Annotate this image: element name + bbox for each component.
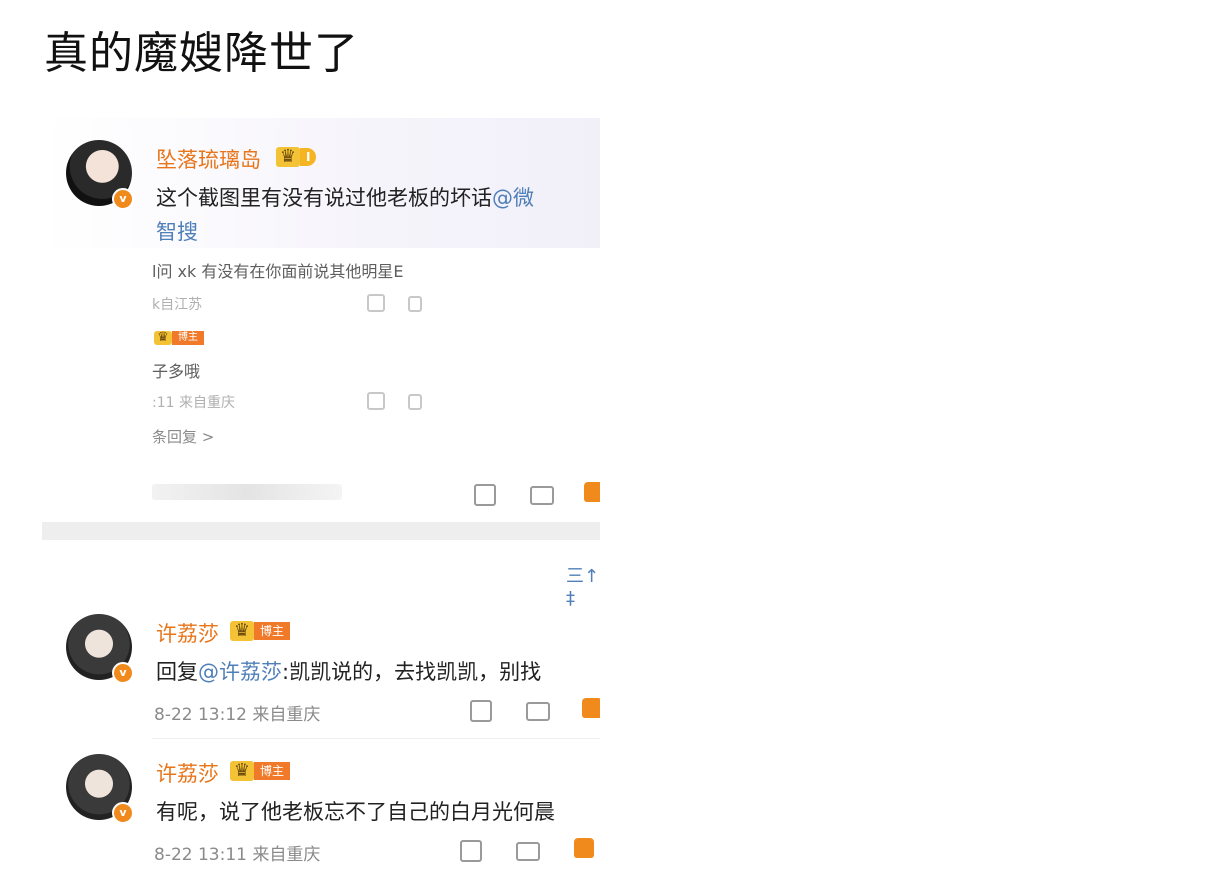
reply-meta: 8-22 13:11 来自重庆 bbox=[154, 845, 321, 865]
reply-prefix: 回复 bbox=[156, 660, 198, 684]
like-icon[interactable] bbox=[574, 838, 594, 858]
crown-icon: ♛ 博主 bbox=[154, 330, 204, 346]
share-icon[interactable] bbox=[460, 840, 482, 862]
reply-text: 有呢，说了他老板忘不了自己的白月光何晨 bbox=[156, 800, 555, 824]
screenshot-card: v 坠落琉璃岛 ♛ I 这个截图里有没有说过他老板的坏话@微 智搜 l问 xk 有… bbox=[42, 118, 600, 888]
quoted-line: 子多哦 bbox=[152, 362, 201, 381]
verified-badge-icon: v bbox=[112, 802, 134, 824]
blogger-badge: 博主 bbox=[254, 622, 291, 640]
share-icon[interactable] bbox=[470, 700, 492, 722]
comment-icon[interactable] bbox=[530, 486, 554, 505]
comment-icon[interactable] bbox=[408, 296, 422, 312]
reply-meta: 8-22 13:12 来自重庆 bbox=[154, 705, 321, 725]
crown-icon: ♛ 博主 bbox=[230, 620, 291, 642]
post-title: 真的魔嫂降世了 bbox=[44, 28, 359, 79]
member-level-badge: I bbox=[300, 148, 317, 166]
blogger-badge: 博主 bbox=[172, 331, 204, 345]
comment-icon[interactable] bbox=[516, 842, 540, 861]
share-icon[interactable] bbox=[367, 392, 385, 410]
verified-badge-icon: v bbox=[112, 188, 134, 210]
quoted-meta: k自江苏 bbox=[152, 297, 203, 313]
blogger-badge: 博主 bbox=[254, 762, 291, 780]
quoted-meta: :11 来自重庆 bbox=[152, 395, 235, 411]
share-icon[interactable] bbox=[474, 484, 496, 506]
mention-link[interactable]: @微 bbox=[492, 186, 534, 210]
section-divider bbox=[42, 522, 600, 540]
blurred-meta bbox=[152, 484, 342, 500]
verified-badge-icon: v bbox=[112, 662, 134, 684]
comment-username[interactable]: 坠落琉璃岛 bbox=[156, 144, 261, 174]
sort-button[interactable]: 三↑ ‡ bbox=[566, 562, 600, 609]
comment-icon[interactable] bbox=[408, 394, 422, 410]
comment-text-main: 这个截图里有没有说过他老板的坏话 bbox=[156, 186, 492, 210]
reply-username[interactable]: 许荔莎 bbox=[156, 618, 219, 648]
row-divider bbox=[152, 738, 600, 739]
reply-text: 回复@许荔莎:凯凯说的，去找凯凯，别找 bbox=[156, 656, 541, 686]
comment-text: 这个截图里有没有说过他老板的坏话@微 bbox=[156, 182, 534, 212]
mention-link-cont[interactable]: 智搜 bbox=[156, 216, 198, 246]
crown-icon: ♛ I bbox=[276, 146, 317, 168]
like-icon[interactable] bbox=[582, 698, 600, 718]
comment-icon[interactable] bbox=[526, 702, 550, 721]
share-icon[interactable] bbox=[367, 294, 385, 312]
like-icon[interactable] bbox=[584, 482, 600, 502]
more-replies-link[interactable]: 条回复 > bbox=[152, 426, 214, 447]
crown-icon: ♛ 博主 bbox=[230, 760, 291, 782]
quoted-line: l问 xk 有没有在你面前说其他明星E bbox=[152, 262, 404, 281]
reply-text-main: :凯凯说的，去找凯凯，别找 bbox=[282, 660, 542, 684]
mention-link[interactable]: @许荔莎 bbox=[198, 660, 282, 684]
reply-username[interactable]: 许荔莎 bbox=[156, 758, 219, 788]
